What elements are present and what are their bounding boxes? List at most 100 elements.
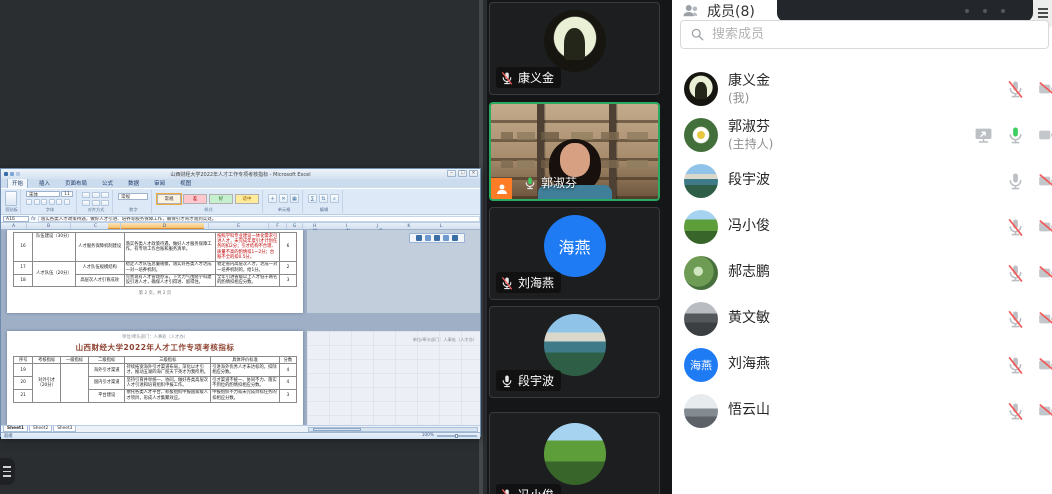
cell-style-bad[interactable]: 差 [183,194,207,204]
participant-avatar [544,10,606,72]
member-row[interactable]: 郝志鹏 [672,250,1052,296]
status-bar: 就绪 100% [1,432,480,439]
participant-avatar [544,314,606,376]
formula-bar[interactable]: A16 fx 落实各类人才政策待遇，做好人才引进、培养等服务保障工作，确保引才育… [1,215,480,223]
member-avatar [684,302,718,336]
sheet-tab[interactable]: Sheet1 [3,426,28,432]
font-name-select[interactable]: 宋体 [26,191,60,197]
document-title: 山西财经大学2022年人才工作专项考核指标 [13,342,297,353]
mic-icon [500,276,514,290]
close-button[interactable]: ✕ [469,170,478,177]
camera-icon[interactable] [1038,310,1052,329]
member-row[interactable]: 悟云山 [672,388,1052,434]
font-style-buttons[interactable] [26,199,73,205]
member-avatar [684,256,718,290]
member-row[interactable]: 段宇波 [672,158,1052,204]
sheet-tab-bar[interactable]: Sheet1 Sheet2 Sheet3 [1,425,480,432]
member-avatar [684,164,718,198]
camera-icon[interactable] [1038,402,1052,421]
restore-button[interactable]: ☐ [458,170,467,177]
ribbon-tab-review[interactable]: 审阅 [150,178,169,188]
ribbon-group-editing: ∑⇅⌕ 编辑 [306,190,343,213]
formula-content[interactable]: 落实各类人才政策待遇，做好人才引进、培养等服务保障工作，确保引才育才落到实处。 [38,216,480,222]
indicator-table-page1: 16 队伍建设（30分） 人才服务保障机制建设 落实各类人才政策待遇，做好人才服… [13,232,297,287]
search-input[interactable] [712,27,1039,42]
screen-share-icon [974,126,993,145]
camera-icon[interactable] [1038,80,1052,99]
ribbon-group-clipboard: 剪贴板 [3,190,21,213]
cell-style-good[interactable]: 好 [209,194,233,204]
mic-icon[interactable] [1006,126,1025,145]
mic-icon[interactable] [1006,264,1025,283]
cell-style-neutral[interactable]: 适中 [235,194,259,204]
floating-mini-toolbar[interactable] [409,233,465,243]
ribbon-tab-insert[interactable]: 插入 [35,178,54,188]
participant-name: 冯小俊 [518,486,554,494]
screen-share-area: 山西财经大学2022年人才工作专项考核指标 - Microsoft Excel … [0,0,483,494]
column-headers[interactable]: A B C D E F G H I J K L M N O [1,223,480,230]
zoom-level[interactable]: 100% [422,433,434,438]
member-row[interactable]: 冯小俊 [672,204,1052,250]
excel-window[interactable]: 山西财经大学2022年人才工作专项考核指标 - Microsoft Excel … [0,168,481,437]
ribbon-tabs: 开始 插入 页面布局 公式 数据 审阅 视图 [1,179,480,188]
member-name: 康义金 [728,73,770,91]
ribbon-tab-pagelayout[interactable]: 页面布局 [61,178,91,188]
number-format-select[interactable]: 常规 [118,193,148,200]
member-row[interactable]: 康义金 (我) [672,66,1052,112]
member-name: 刘海燕 [728,356,770,374]
member-row[interactable]: 郭淑芬 (主持人) [672,112,1052,158]
camera-icon[interactable] [1038,264,1052,283]
video-tile[interactable]: 冯小俊 [489,412,660,494]
table-row: 19 对外引才（20分） 海外引才渠道 持续拓宽海外引才渠道布局，深化以才引才，… [14,364,297,377]
ribbon-tab-formulas[interactable]: 公式 [98,178,117,188]
camera-icon[interactable] [1038,126,1052,145]
floating-control-bar[interactable] [777,0,1033,22]
people-icon [682,2,700,20]
member-name: 段宇波 [728,172,770,190]
mic-icon[interactable] [1006,402,1025,421]
video-tile[interactable]: 康义金 [489,2,660,95]
meeting-window: 山西财经大学2022年人才工作专项考核指标 - Microsoft Excel … [0,0,1052,494]
video-tile[interactable]: 段宇波 [489,306,660,398]
sheet-tab[interactable]: Sheet2 [29,426,52,432]
ribbon-tab-data[interactable]: 数据 [124,178,143,188]
worksheet-canvas[interactable]: 单位/牵头部门：人事处（人才办） 16 队伍建设（30分） 人才服务保障机制建设… [1,230,480,425]
cell-style-normal[interactable]: 常规 [157,194,181,204]
mic-icon[interactable] [1006,356,1025,375]
member-name: 悟云山 [728,402,770,420]
zoom-slider[interactable] [437,435,477,437]
mic-icon[interactable] [1006,80,1025,99]
excel-titlebar[interactable]: 山西财经大学2022年人才工作专项考核指标 - Microsoft Excel … [1,169,480,179]
cells-buttons[interactable]: ＋✕▦ [268,194,299,203]
ribbon-group-number: 常规 数字 [116,190,152,213]
minimize-button[interactable]: ─ [447,170,456,177]
font-size-select[interactable]: 11 [61,191,73,197]
ribbon-tab-view[interactable]: 视图 [176,178,195,188]
status-ready: 就绪 [4,433,13,439]
host-badge-icon [491,178,512,199]
mic-icon[interactable] [1006,218,1025,237]
camera-icon[interactable] [1038,356,1052,375]
horizontal-scrollbar[interactable] [308,427,478,432]
camera-icon[interactable] [1038,172,1052,191]
video-tile[interactable]: 郭淑芬 [489,102,660,201]
name-box[interactable]: A16 [3,216,29,222]
members-panel: 成员(8) 康义金 (我) [672,0,1052,494]
member-role: (主持人) [728,137,773,151]
mic-icon[interactable] [1006,172,1025,191]
member-avatar [684,394,718,428]
member-search-box[interactable] [680,20,1049,49]
ribbon: 剪贴板 宋体 11 字体 对齐方式 常规 数字 [1,188,480,215]
mic-icon [500,71,514,85]
member-row[interactable]: 海燕 刘海燕 [672,342,1052,388]
worksheet-page-2: 单位/牵头部门：人事处（人才办） 山西财经大学2022年人才工作专项考核指标 序… [7,331,303,425]
paste-button[interactable] [5,191,17,206]
alignment-buttons[interactable] [82,192,109,206]
sheet-tab[interactable]: Sheet3 [53,426,76,432]
overlay-menu-button[interactable] [0,458,15,485]
camera-icon[interactable] [1038,218,1052,237]
member-row[interactable]: 黄文敏 [672,296,1052,342]
mic-icon[interactable] [1006,310,1025,329]
video-tile[interactable]: 海燕 刘海燕 [489,207,660,300]
editing-buttons[interactable]: ∑⇅⌕ [308,194,339,203]
